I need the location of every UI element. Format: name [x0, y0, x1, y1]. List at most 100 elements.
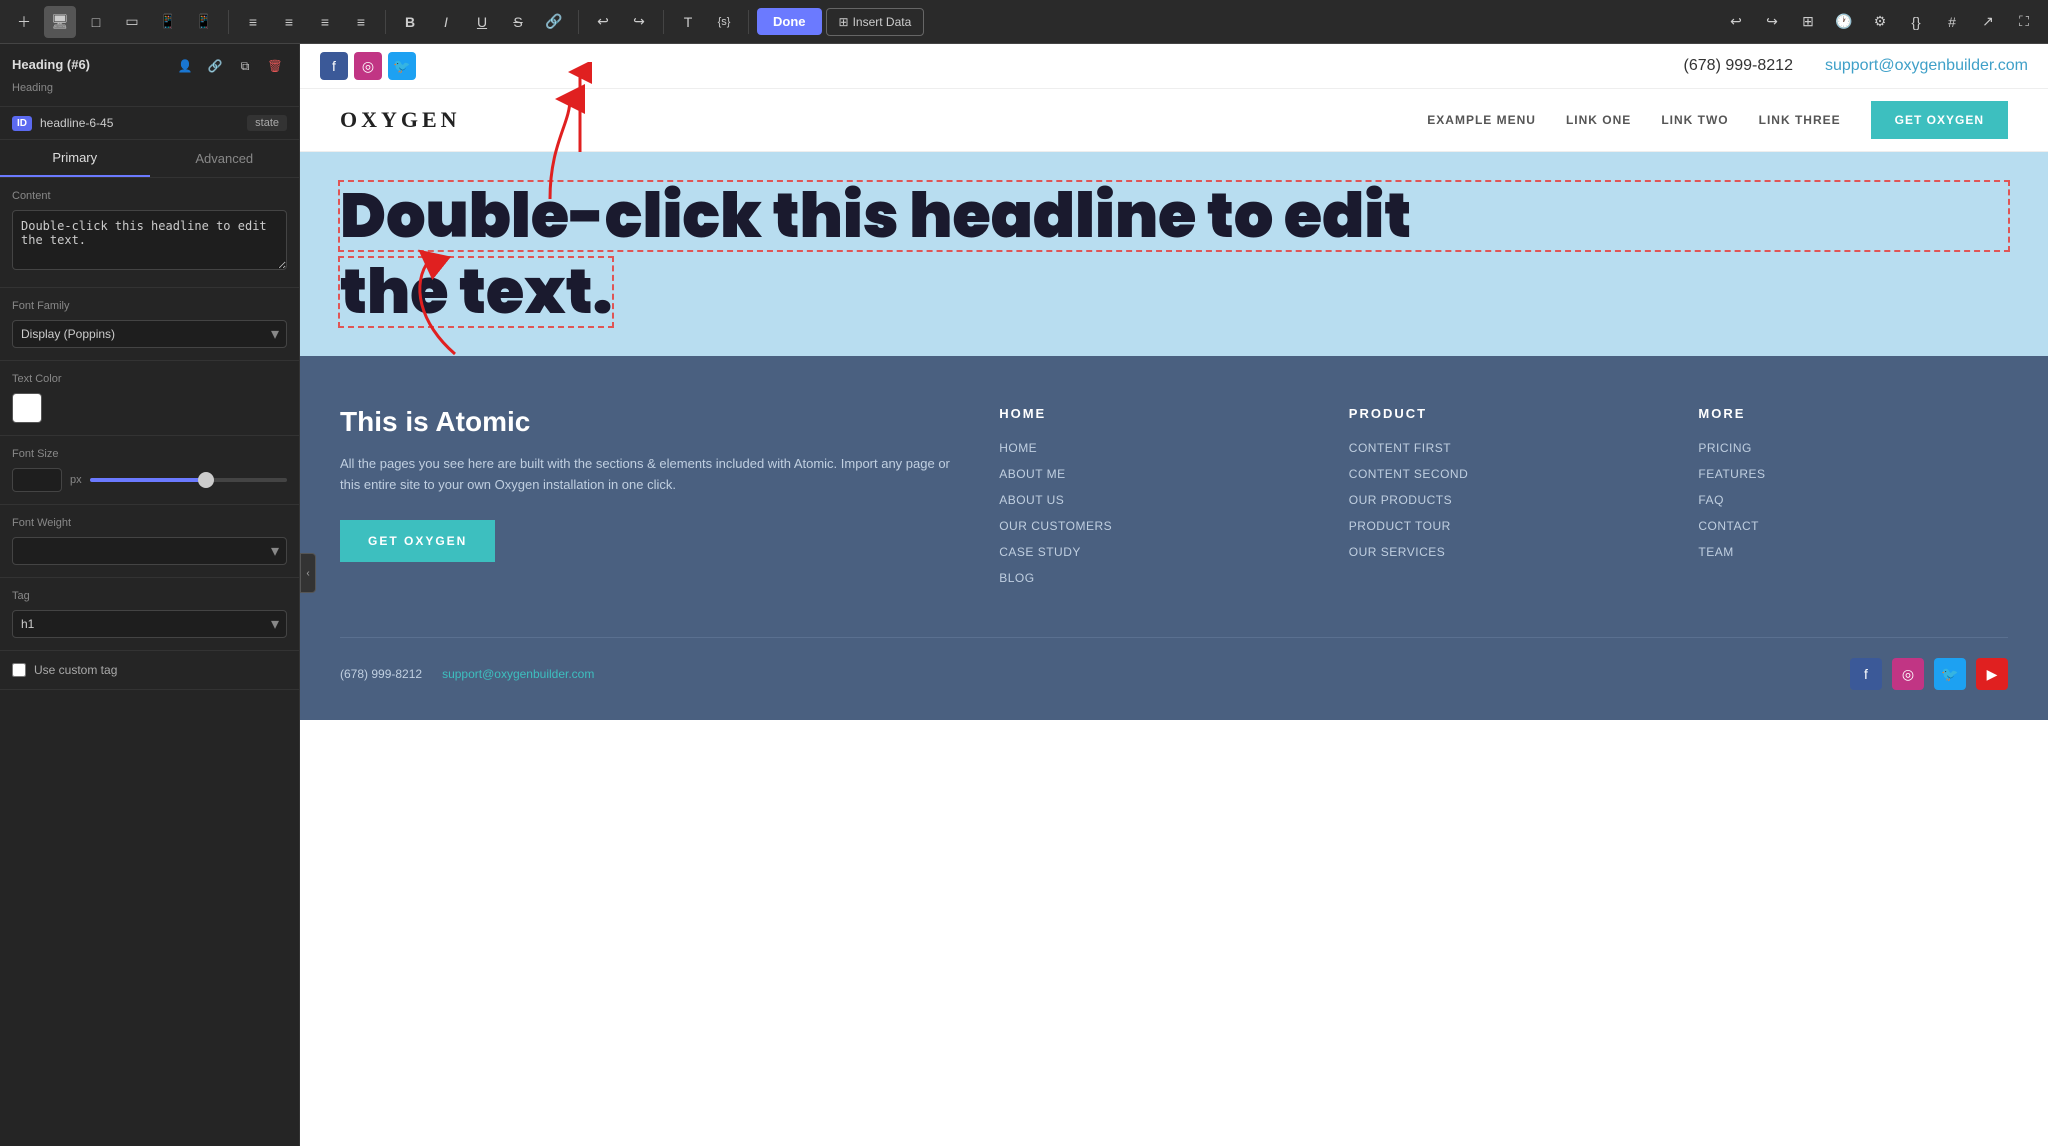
footer-col1: HOME HOME ABOUT ME ABOUT US OUR CUSTOMER…: [999, 406, 1309, 597]
shortcode-button[interactable]: {s}: [708, 6, 740, 38]
footer-link-contact[interactable]: CONTACT: [1698, 519, 2008, 533]
link-button[interactable]: 🔗: [538, 6, 570, 38]
bold-button[interactable]: B: [394, 6, 426, 38]
footer-col3-title: MORE: [1698, 406, 2008, 421]
history-button[interactable]: ↩: [1720, 6, 1752, 38]
divider-5: [748, 10, 749, 34]
nav-link-example[interactable]: EXAMPLE MENU: [1427, 113, 1536, 127]
redo-button[interactable]: ↪: [623, 6, 655, 38]
state-button[interactable]: state: [247, 115, 287, 131]
footer-link-about-us[interactable]: ABOUT US: [999, 493, 1309, 507]
underline-button[interactable]: U: [466, 6, 498, 38]
footer-link-faq[interactable]: FAQ: [1698, 493, 2008, 507]
divider-2: [385, 10, 386, 34]
footer-col1-title: HOME: [999, 406, 1309, 421]
footer-instagram-button[interactable]: ◎: [1892, 658, 1924, 690]
footer-link-pricing[interactable]: PRICING: [1698, 441, 2008, 455]
tab-advanced[interactable]: Advanced: [150, 140, 300, 177]
element-copy-button[interactable]: ⧉: [233, 54, 257, 78]
settings-button[interactable]: ⚙: [1864, 6, 1896, 38]
clock-button[interactable]: 🕐: [1828, 6, 1860, 38]
footer-grid: This is Atomic All the pages you see her…: [340, 406, 2008, 597]
tablet-view-button[interactable]: □: [80, 6, 112, 38]
grid-button[interactable]: #: [1936, 6, 1968, 38]
custom-tag-checkbox[interactable]: [12, 663, 26, 677]
footer-link-our-products[interactable]: OUR PRODUCTS: [1349, 493, 1659, 507]
tag-select[interactable]: h1 h2h3h4pdiv: [12, 610, 287, 638]
align-right-button[interactable]: ≡: [309, 6, 341, 38]
tab-primary[interactable]: Primary: [0, 140, 150, 177]
sidebar-collapse-button[interactable]: ‹: [300, 553, 316, 593]
nav-link-two[interactable]: LINK TWO: [1661, 113, 1728, 127]
mobile-small-button[interactable]: 📱: [188, 6, 220, 38]
code-button[interactable]: {}: [1900, 6, 1932, 38]
done-button[interactable]: Done: [757, 8, 822, 35]
footer-twitter-button[interactable]: 🐦: [1934, 658, 1966, 690]
align-left-button[interactable]: ≡: [237, 6, 269, 38]
strikethrough-button[interactable]: S: [502, 6, 534, 38]
hero-heading-line2[interactable]: the text.: [340, 258, 612, 326]
footer-cta-button[interactable]: GET OXYGEN: [340, 520, 495, 562]
font-size-slider[interactable]: [90, 478, 287, 482]
expand-button[interactable]: ⛶: [2008, 6, 2040, 38]
font-size-input[interactable]: [12, 468, 62, 492]
text-color-label: Text Color: [12, 373, 287, 385]
footer-link-content-first[interactable]: CONTENT FIRST: [1349, 441, 1659, 455]
footer-link-customers[interactable]: OUR CUSTOMERS: [999, 519, 1309, 533]
custom-tag-section: Use custom tag: [0, 651, 299, 690]
text-color-section: Text Color: [0, 361, 299, 436]
structure-button[interactable]: ⊞: [1792, 6, 1824, 38]
instagram-button[interactable]: ◎: [354, 52, 382, 80]
footer-link-about-me[interactable]: ABOUT ME: [999, 467, 1309, 481]
footer-link-team[interactable]: TEAM: [1698, 545, 2008, 559]
desktop-view-button[interactable]: 🖥: [44, 6, 76, 38]
custom-tag-row: Use custom tag: [12, 663, 287, 677]
content-textarea[interactable]: Double-click this headline to edit the t…: [12, 210, 287, 270]
footer-bottom-left: (678) 999-8212 support@oxygenbuilder.com: [340, 667, 594, 681]
undo-button[interactable]: ↩: [587, 6, 619, 38]
panel-subtitle: Heading: [12, 82, 53, 94]
site-footer: This is Atomic All the pages you see her…: [300, 356, 2048, 720]
nav-cta-button[interactable]: GET OXYGEN: [1871, 101, 2008, 139]
export-button[interactable]: ↗: [1972, 6, 2004, 38]
color-swatch[interactable]: [12, 393, 42, 423]
element-delete-button[interactable]: 🗑: [263, 54, 287, 78]
element-chain-button[interactable]: 🔗: [203, 54, 227, 78]
align-center-button[interactable]: ≡: [273, 6, 305, 38]
align-justify-button[interactable]: ≡: [345, 6, 377, 38]
text-button[interactable]: T: [672, 6, 704, 38]
italic-button[interactable]: I: [430, 6, 462, 38]
footer-link-blog[interactable]: BLOG: [999, 571, 1309, 585]
social-topbar: f ◎ 🐦 (678) 999-8212 support@oxygenbuild…: [300, 44, 2048, 89]
footer-link-our-services[interactable]: OUR SERVICES: [1349, 545, 1659, 559]
redo-right-button[interactable]: ↪: [1756, 6, 1788, 38]
toolbar-right-controls: ↩ ↪ ⊞ 🕐 ⚙ {} # ↗ ⛶: [1720, 6, 2040, 38]
footer-link-home[interactable]: HOME: [999, 441, 1309, 455]
insert-data-button[interactable]: ⊞ Insert Data: [826, 8, 925, 36]
footer-col2: PRODUCT CONTENT FIRST CONTENT SECOND OUR…: [1349, 406, 1659, 597]
footer-facebook-button[interactable]: f: [1850, 658, 1882, 690]
mobile-view-button[interactable]: 📱: [152, 6, 184, 38]
footer-link-content-second[interactable]: CONTENT SECOND: [1349, 467, 1659, 481]
custom-tag-label: Use custom tag: [34, 663, 117, 677]
element-link-button[interactable]: 👤: [173, 54, 197, 78]
font-family-select[interactable]: Display (Poppins): [12, 320, 287, 348]
panel-title: Heading (#6): [12, 57, 90, 72]
font-weight-wrapper: 400 700 900: [12, 537, 287, 565]
font-family-label: Font Family: [12, 300, 287, 312]
twitter-button[interactable]: 🐦: [388, 52, 416, 80]
footer-link-features[interactable]: FEATURES: [1698, 467, 2008, 481]
footer-link-case-study[interactable]: CASE STUDY: [999, 545, 1309, 559]
font-weight-select[interactable]: 400 700 900: [12, 537, 287, 565]
tablet-portrait-button[interactable]: ▭: [116, 6, 148, 38]
footer-youtube-button[interactable]: ▶: [1976, 658, 2008, 690]
topbar-phone: (678) 999-8212: [1684, 57, 1793, 75]
facebook-button[interactable]: f: [320, 52, 348, 80]
font-size-section: Font Size px: [0, 436, 299, 505]
footer-link-product-tour[interactable]: PRODUCT TOUR: [1349, 519, 1659, 533]
add-element-button[interactable]: ＋: [8, 6, 40, 38]
nav-link-one[interactable]: LINK ONE: [1566, 113, 1631, 127]
insert-data-label: Insert Data: [853, 15, 912, 29]
nav-link-three[interactable]: LINK THREE: [1759, 113, 1841, 127]
hero-heading[interactable]: Double-click this headline to edit: [340, 182, 2008, 250]
